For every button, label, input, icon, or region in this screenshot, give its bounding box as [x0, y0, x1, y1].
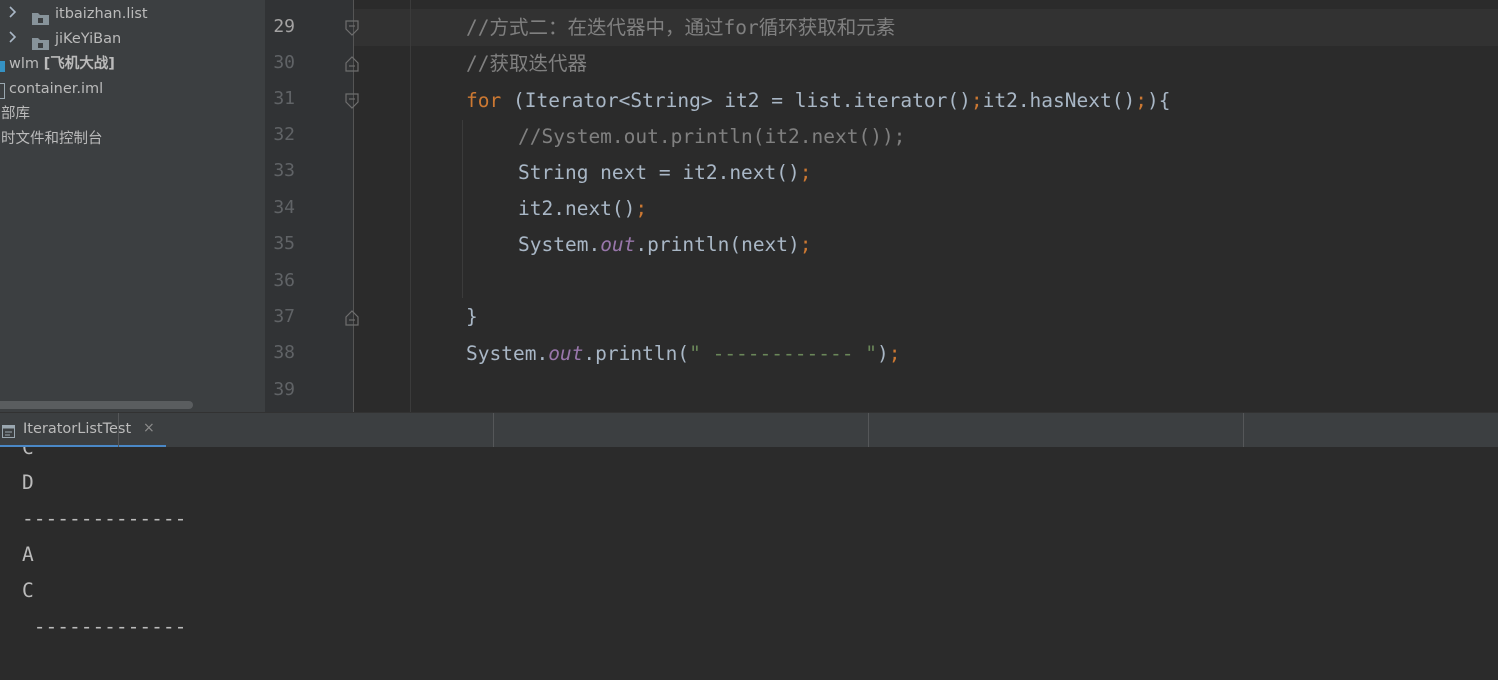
line-number: 36 [273, 270, 295, 291]
line-number: 29 [273, 16, 295, 37]
tree-item-external-libraries[interactable]: 部库 [0, 102, 265, 127]
console-line: C [22, 447, 34, 459]
code-token: ; [970, 89, 983, 112]
header-separator [118, 413, 119, 448]
indent-guide [462, 120, 463, 298]
tree-item-container-iml[interactable]: container.iml [0, 77, 265, 102]
tree-item-label: 时文件和控制台 [1, 131, 103, 147]
code-line: System.out.println(next); [518, 230, 812, 260]
code-token: it2.next() [518, 197, 636, 220]
header-separator [493, 413, 494, 448]
run-tab-label: IteratorListTest [23, 421, 132, 437]
code-token: ; [635, 197, 648, 220]
code-token: for [466, 89, 502, 112]
code-token: //System.out.println(it2.next()); [518, 125, 906, 148]
code-token: //获取迭代器 [466, 52, 587, 75]
line-number: 32 [273, 124, 295, 145]
code-token: out [600, 233, 636, 256]
console-line: D [22, 471, 34, 494]
line-number: 37 [273, 306, 295, 327]
console-line: ------------- [22, 615, 187, 638]
code-token: ; [799, 233, 812, 256]
project-tree-panel: itbaizhan.list jiKeYiBan wlm [飞机大战] cont… [0, 0, 265, 412]
console-line: A [22, 543, 34, 566]
close-icon[interactable]: × [143, 420, 155, 436]
module-icon [0, 61, 5, 72]
fold-end-marker-icon[interactable] [345, 310, 359, 326]
code-token: ; [799, 161, 812, 184]
line-number: 39 [273, 379, 295, 400]
tree-item-scratches-and-consoles[interactable]: 时文件和控制台 [0, 127, 265, 152]
tree-item-label: jiKeYiBan [55, 31, 122, 47]
tree-item-label: container.iml [9, 81, 104, 97]
code-token: //方式二：在迭代器中，通过for循环获取和元素 [466, 16, 896, 39]
code-editor[interactable]: 29 30 31 32 33 34 35 36 37 38 39 //方式二：在… [265, 0, 1498, 412]
code-line: //获取迭代器 [466, 49, 587, 79]
console-line: C [22, 579, 34, 602]
header-separator [868, 413, 869, 448]
code-token: System. [466, 342, 549, 365]
code-token: (Iterator<String> it2 = list.iterator() [501, 89, 971, 112]
console-icon [2, 423, 15, 438]
indent-guide [410, 0, 411, 412]
header-separator [1243, 413, 1244, 448]
code-token: .println( [583, 342, 690, 365]
code-token: it2.hasNext() [982, 89, 1136, 112]
folder-icon [32, 34, 49, 50]
code-line: } [466, 302, 478, 332]
code-token: ){ [1146, 89, 1171, 112]
tree-item-jikeyiban[interactable]: jiKeYiBan [0, 27, 265, 52]
tree-item-label: 部库 [1, 106, 30, 122]
folder-icon [32, 9, 49, 25]
fold-marker-icon[interactable] [345, 93, 359, 109]
tree-item-wlm-module[interactable]: wlm [飞机大战] [0, 52, 265, 77]
code-token: ; [888, 342, 901, 365]
code-token: .println(next) [635, 233, 800, 256]
code-token: System. [518, 233, 601, 256]
code-line: //System.out.println(it2.next()); [518, 122, 905, 152]
code-token: String next = it2.next() [518, 161, 800, 184]
line-number: 30 [273, 52, 295, 73]
code-line: String next = it2.next(); [518, 158, 812, 188]
file-icon [0, 83, 5, 99]
line-number: 34 [273, 197, 295, 218]
line-number: 33 [273, 160, 295, 181]
run-tool-window-header: IteratorListTest × [0, 412, 1498, 448]
code-token: out [548, 342, 584, 365]
code-line: System.out.println(" ------------ "); [466, 339, 900, 369]
code-token: } [466, 305, 478, 328]
fold-marker-icon[interactable] [345, 20, 359, 36]
line-number: 35 [273, 233, 295, 254]
code-line: for (Iterator<String> it2 = list.iterato… [466, 86, 1170, 116]
run-tab-iteratorlisttest[interactable]: IteratorListTest × [0, 413, 166, 448]
code-line: //方式二：在迭代器中，通过for循环获取和元素 [466, 13, 895, 43]
horizontal-scrollbar[interactable] [0, 401, 193, 409]
console-output[interactable]: C D -------------- A C ------------- [0, 447, 1498, 680]
console-line: -------------- [22, 507, 187, 530]
code-token: " ------------ " [689, 342, 877, 365]
chevron-right-icon[interactable] [8, 2, 22, 27]
code-token: ; [1135, 89, 1147, 112]
line-number: 38 [273, 342, 295, 363]
code-line: it2.next(); [518, 194, 647, 224]
fold-end-marker-icon[interactable] [345, 56, 359, 72]
tree-item-label: itbaizhan.list [55, 6, 148, 22]
tree-item-label: wlm [飞机大战] [9, 56, 115, 72]
chevron-right-icon[interactable] [8, 27, 22, 52]
tree-item-itbaizhan-list[interactable]: itbaizhan.list [0, 2, 265, 27]
code-token: ) [876, 342, 889, 365]
line-number: 31 [273, 88, 295, 109]
